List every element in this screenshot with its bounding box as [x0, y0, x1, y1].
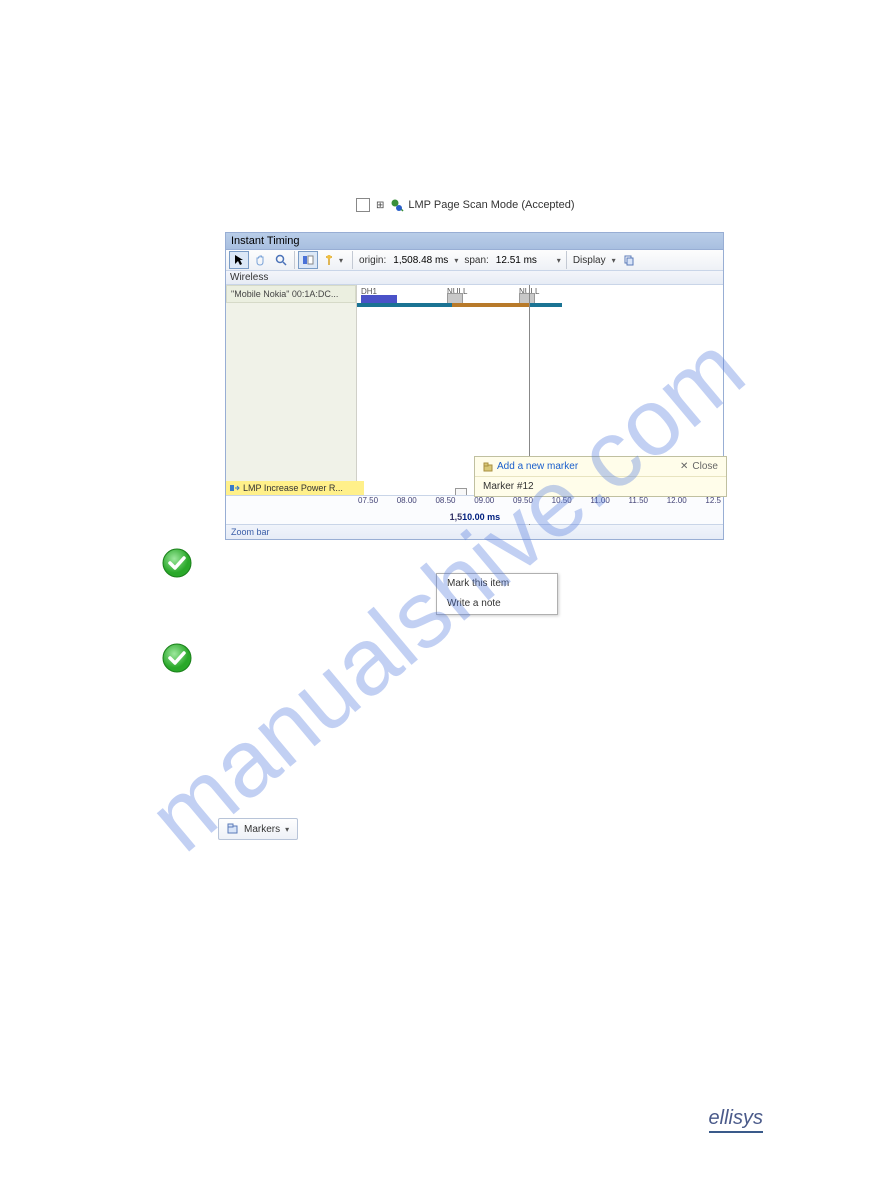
packet-label: LMP Page Scan Mode (Accepted): [408, 199, 574, 211]
overview-row: ⊞ LMP Page Scan Mode (Accepted): [356, 198, 575, 212]
view-mode-button[interactable]: [298, 251, 318, 269]
expand-icon[interactable]: ⊞: [376, 200, 384, 211]
copy-button[interactable]: [619, 251, 639, 269]
zoom-bar[interactable]: Zoom bar: [226, 524, 723, 539]
footer-logo: ellisys: [709, 1107, 763, 1133]
chart-area[interactable]: DH1 NULL NULL Add a new marker ✕ Close: [357, 285, 723, 495]
ruler-ticks: 07.5008.0008.5009.0009.5010.5011.0011.50…: [356, 496, 723, 510]
context-menu: Mark this item Write a note: [436, 573, 558, 615]
instant-timing-panel: Instant Timing ▾ origin: 1,508.48 ms ▾ s…: [225, 232, 724, 540]
cursor-time: 1,510.00 ms: [450, 512, 501, 522]
check-icon: [161, 547, 193, 579]
span-dropdown[interactable]: ▾: [555, 256, 563, 265]
time-ruler[interactable]: 07.5008.0008.5009.0009.5010.5011.0011.50…: [226, 495, 723, 524]
toolbar: ▾ origin: 1,508.48 ms ▾ span: 12.51 ms ▾…: [226, 250, 723, 271]
origin-dropdown[interactable]: ▾: [452, 256, 460, 265]
menu-write-note[interactable]: Write a note: [437, 594, 557, 614]
wireless-header: Wireless: [226, 271, 723, 285]
pointer-tool[interactable]: [229, 251, 249, 269]
display-dropdown[interactable]: ▾: [610, 256, 618, 265]
marker-popup: Add a new marker ✕ Close Marker #12: [474, 456, 727, 497]
device-column: "Mobile Nokia" 00:1A:DC...: [226, 285, 357, 495]
origin-label: origin:: [356, 255, 389, 266]
span-value[interactable]: 12.51 ms: [493, 255, 554, 266]
selected-event[interactable]: LMP Increase Power R...: [226, 481, 364, 495]
zoom-tool[interactable]: [271, 251, 291, 269]
display-label[interactable]: Display: [570, 255, 609, 266]
check-icon: [161, 642, 193, 674]
marker-tool[interactable]: ▾: [319, 251, 349, 269]
close-link[interactable]: ✕ Close: [680, 461, 718, 472]
menu-mark-item[interactable]: Mark this item: [437, 574, 557, 594]
origin-value[interactable]: 1,508.48 ms: [390, 255, 451, 266]
add-marker-link[interactable]: Add a new marker: [483, 461, 578, 472]
packet-icon: [390, 198, 404, 212]
timeline-area[interactable]: "Mobile Nokia" 00:1A:DC... DH1 NULL NULL: [226, 285, 723, 495]
timeline-track: [357, 303, 723, 307]
span-label: span:: [461, 255, 491, 266]
device-item[interactable]: "Mobile Nokia" 00:1A:DC...: [226, 285, 356, 303]
markers-button[interactable]: Markers ▾: [218, 818, 298, 840]
panel-title: Instant Timing: [226, 233, 723, 250]
pan-tool[interactable]: [250, 251, 270, 269]
marker-name[interactable]: Marker #12: [475, 477, 726, 496]
checkbox[interactable]: [356, 198, 370, 212]
